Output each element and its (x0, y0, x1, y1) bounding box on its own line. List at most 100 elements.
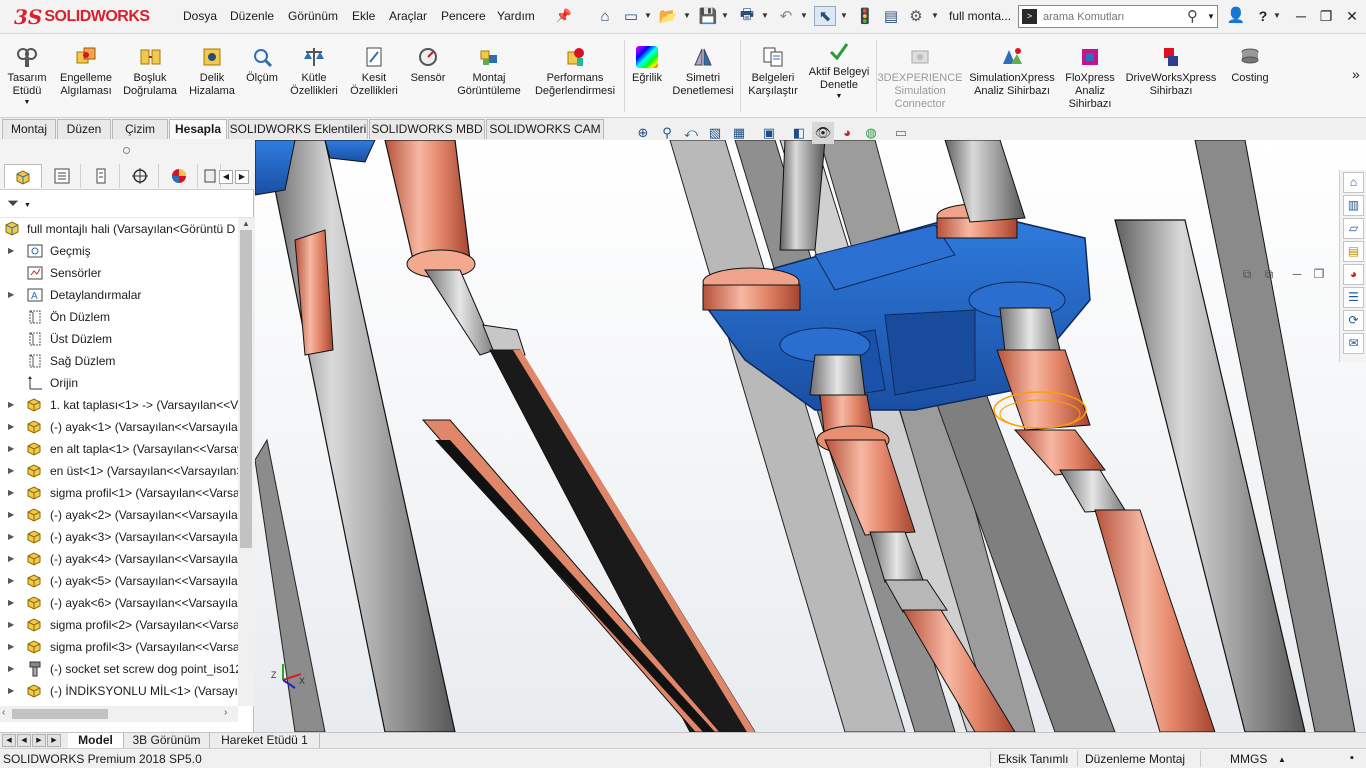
file-properties-icon[interactable]: ▤ (880, 6, 902, 26)
menu-pencere[interactable]: Pencere (441, 9, 486, 23)
search-caret-icon[interactable]: ▼ (1207, 12, 1215, 21)
last-tab-arrow-icon[interactable]: ▶ (47, 734, 61, 747)
file-explorer-icon[interactable]: ▱ (1343, 218, 1364, 239)
user-icon[interactable]: 👤 (1224, 6, 1248, 26)
tree-vertical-scrollbar[interactable]: ▲ (238, 218, 254, 706)
section-view-icon[interactable]: ▧ (704, 122, 726, 144)
tree-horizontal-scrollbar[interactable]: ‹ › (0, 706, 238, 722)
search-commands-box[interactable]: > ⚲ ▼ (1018, 5, 1218, 28)
view-palette-icon[interactable]: ▤ (1343, 241, 1364, 262)
filter-icon[interactable]: ⏷ (7, 195, 19, 212)
display-manager-tab-icon[interactable] (160, 164, 198, 188)
tree-item[interactable]: ▶ (-) ayak<5> (Varsayılan<<Varsayılan (0, 570, 238, 592)
display-style-icon[interactable]: ◧ (788, 122, 810, 144)
custom-properties-icon[interactable]: ☰ (1343, 287, 1364, 308)
pin-icon[interactable]: 📌 (553, 6, 575, 26)
save-caret-icon[interactable]: ▼ (721, 11, 729, 20)
tree-item[interactable]: Sağ Düzlem (0, 350, 238, 372)
design-library-icon[interactable]: ▥ (1343, 195, 1364, 216)
scroll-left-arrow-icon[interactable]: ‹ (2, 707, 5, 718)
tree-item[interactable]: ▶ (-) ayak<1> (Varsayılan<<Varsayılan (0, 416, 238, 438)
feature-manager-tab-icon[interactable] (4, 164, 42, 188)
tool-curvature[interactable]: Eğrilik (626, 34, 668, 118)
tree-item[interactable]: ▶ Geçmiş (0, 240, 238, 262)
tool-sensor[interactable]: Sensör (405, 34, 451, 118)
menu-duzenle[interactable]: Düzenle (230, 9, 274, 23)
search-icon[interactable]: ⚲ (1187, 7, 1198, 25)
tree-expand-icon[interactable]: ▶ (8, 548, 14, 570)
tree-item[interactable]: Ön Düzlem (0, 306, 238, 328)
tree-item[interactable]: Orijin (0, 372, 238, 394)
tree-item[interactable]: ▶ sigma profil<1> (Varsayılan<<Varsa (0, 482, 238, 504)
tab-solidworks-mbd[interactable]: SOLIDWORKS MBD (369, 119, 485, 139)
units-caret-icon[interactable]: ▲ (1278, 755, 1286, 764)
tool-performance[interactable]: Performans Değerlendirmesi (528, 34, 622, 118)
tool-assembly-visualization[interactable]: Montaj Görüntüleme (452, 34, 526, 118)
tree-expand-icon[interactable]: ▶ (8, 504, 14, 526)
solidworks-resources-icon[interactable]: ⌂ (1343, 172, 1364, 193)
panel-grip[interactable] (0, 140, 254, 162)
select-icon[interactable]: ⬉ (814, 6, 836, 26)
open-icon[interactable]: 📂 (657, 6, 679, 26)
tree-item[interactable]: ▶ 1. kat taplası<1> -> (Varsayılan<<V (0, 394, 238, 416)
tree-item[interactable]: ▶ (-) ayak<2> (Varsayılan<<Varsayılan (0, 504, 238, 526)
tab-duzen[interactable]: Düzen (57, 119, 111, 139)
apply-scene-icon[interactable]: ◍ (860, 122, 882, 144)
tab-solidworks-eklentileri[interactable]: SOLIDWORKS Eklentileri (228, 119, 368, 139)
tree-item[interactable]: ▶ sigma profil<2> (Varsayılan<<Varsa (0, 614, 238, 636)
search-input[interactable] (1043, 9, 1188, 25)
viewport-tile-right-icon[interactable]: ⧉ (1260, 266, 1278, 282)
tree-item[interactable]: Üst Düzlem (0, 328, 238, 350)
tree-item[interactable]: ▶ (-) ayak<3> (Varsayılan<<Varsayılan (0, 526, 238, 548)
tool-mass-properties[interactable]: Kütle Özellikleri (284, 34, 344, 118)
home-icon[interactable]: ⌂ (594, 6, 616, 26)
tool-caret-icon[interactable]: ▼ (836, 93, 843, 100)
tabs-left-arrow-icon[interactable]: ◀ (219, 170, 233, 184)
cam-tab-icon[interactable] (199, 164, 221, 188)
tool-check-active-document[interactable]: Aktif Belgeyi Denetle ▼ (805, 34, 873, 118)
tree-item[interactable]: ▶ A Detaylandırmalar (0, 284, 238, 306)
tree-expand-icon[interactable]: ▶ (8, 240, 14, 262)
dynamic-annotation-icon[interactable]: ▦ (728, 122, 750, 144)
tree-expand-icon[interactable]: ▶ (8, 284, 14, 306)
open-caret-icon[interactable]: ▼ (683, 11, 691, 20)
dimxpert-tab-icon[interactable] (121, 164, 159, 188)
viewport-minimize-icon[interactable]: ─ (1288, 266, 1306, 282)
toolbar-expand-icon[interactable]: » (1352, 66, 1360, 82)
first-tab-arrow-icon[interactable]: ◀ (2, 734, 16, 747)
new-document-icon[interactable]: ▭ (620, 6, 642, 26)
tool-hole-alignment[interactable]: Delik Hizalama (184, 34, 240, 118)
next-tab-arrow-icon[interactable]: ▶ (32, 734, 46, 747)
zoom-to-area-icon[interactable]: ⚲ (656, 122, 678, 144)
assembly-3d-model[interactable]: Z X (255, 140, 1366, 732)
close-button[interactable]: ✕ (1340, 6, 1364, 26)
print-icon[interactable]: 🖶 (736, 6, 758, 26)
select-caret-icon[interactable]: ▼ (840, 11, 848, 20)
new-caret-icon[interactable]: ▼ (644, 11, 652, 20)
tree-expand-icon[interactable]: ▶ (8, 482, 14, 504)
scroll-right-arrow-icon[interactable]: › (224, 707, 227, 718)
menu-dosya[interactable]: Dosya (183, 9, 217, 23)
view-settings-icon[interactable]: ▭ (884, 122, 918, 144)
options-gear-icon[interactable]: ⚙ (905, 6, 927, 26)
tree-horizontal-scroll-thumb[interactable] (12, 709, 108, 719)
save-icon[interactable]: 💾 (697, 6, 719, 26)
tool-section-properties[interactable]: Kesit Özellikleri (345, 34, 403, 118)
tree-item[interactable]: ▶ (-) İNDİKSYONLU MİL<1> (Varsayıla (0, 680, 238, 702)
tool-simulationxpress[interactable]: SimulationXpress Analiz Sihirbazı (964, 34, 1060, 118)
tree-expand-icon[interactable]: ▶ (8, 658, 14, 680)
options-caret-icon[interactable]: ▼ (931, 11, 939, 20)
undo-caret-icon[interactable]: ▼ (800, 11, 808, 20)
tree-item[interactable]: ▶ (-) ayak<4> (Varsayılan<<Varsayılan (0, 548, 238, 570)
tree-item[interactable]: ▶ (-) socket set screw dog point_iso12 (0, 658, 238, 680)
tab-hesapla[interactable]: Hesapla (169, 119, 227, 139)
tree-expand-icon[interactable]: ▶ (8, 614, 14, 636)
tree-expand-icon[interactable]: ▶ (8, 636, 14, 658)
help-caret-icon[interactable]: ▼ (1273, 11, 1281, 20)
tree-expand-icon[interactable]: ▶ (8, 570, 14, 592)
tool-measure[interactable]: Ölçüm (241, 34, 283, 118)
tool-3dexperience[interactable]: 3DEXPERIENCE Simulation Connector (878, 34, 963, 118)
filter-caret-icon[interactable]: ▼ (24, 202, 31, 209)
tab-cizim[interactable]: Çizim (112, 119, 168, 139)
tutorial-icon[interactable]: ✉ (1343, 333, 1364, 354)
